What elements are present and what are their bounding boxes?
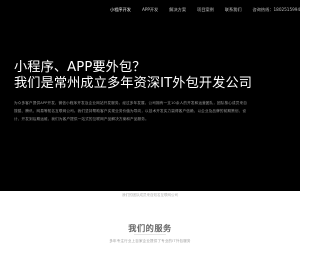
- hero-headline: 小程序、APP要外包？ 我们是常州成立多年资深IT外包开发公司: [14, 60, 294, 92]
- nav-item-contact[interactable]: 联系我们: [225, 5, 242, 14]
- team-note: 我们的团队成员来自知名互联网公司: [122, 193, 178, 197]
- headline-line-2: 我们是常州成立多年资深IT外包开发公司: [14, 76, 253, 91]
- services-subtitle: 多年专注行业上百家企业提供了专业的IT外包服务: [109, 239, 191, 243]
- nav-item-solutions[interactable]: 解决方案: [169, 5, 186, 14]
- nav-phone[interactable]: 咨询热线：18025159940: [253, 5, 300, 14]
- headline-line-1: 小程序、APP要外包？: [14, 60, 146, 75]
- nav-item-cases[interactable]: 项目案例: [197, 5, 214, 14]
- services-title: 我们的服务: [128, 223, 172, 233]
- nav-item-app[interactable]: APP开发: [142, 5, 158, 14]
- hero-section: 小程序开发 APP开发 解决方案 项目案例 联系我们 咨询热线：18025159…: [0, 0, 300, 191]
- top-navigation: 小程序开发 APP开发 解决方案 项目案例 联系我们 咨询热线：18025159…: [110, 5, 300, 14]
- nav-item-mini-program[interactable]: 小程序开发: [110, 5, 131, 14]
- services-divider: [134, 234, 166, 235]
- hero-intro-text: 为众多客户提供APP开发、微信小程序开发及企业网站开发服务。经过多年发展，公司拥…: [14, 101, 247, 121]
